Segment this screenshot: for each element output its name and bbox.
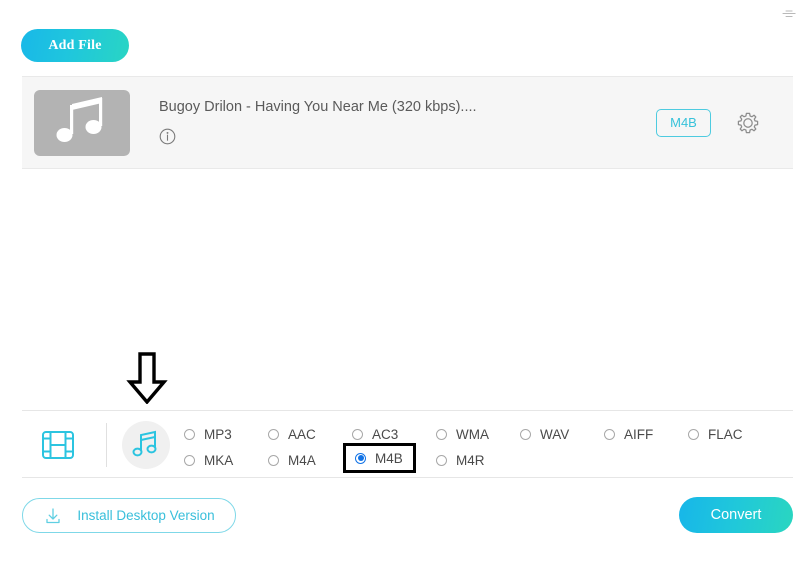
- radio-dot: [355, 452, 366, 464]
- media-type-audio-button[interactable]: [122, 421, 170, 469]
- window-corner-mark: ⌯: [782, 3, 796, 22]
- radio-dot: [268, 454, 279, 466]
- format-option-m4a[interactable]: M4A: [268, 447, 316, 473]
- format-option-flac[interactable]: FLAC: [688, 421, 743, 447]
- format-radio-grid: MP3 AAC AC3 WMA WAV AIFF FLAC MKA M4A M4…: [184, 421, 784, 473]
- gear-icon: [737, 112, 759, 134]
- format-option-aiff[interactable]: AIFF: [604, 421, 653, 447]
- format-radio-row-2: MKA M4A M4B M4R: [184, 443, 784, 473]
- format-label: MP3: [204, 426, 232, 442]
- radio-dot: [520, 428, 531, 440]
- music-note-icon: [132, 430, 157, 457]
- format-selection-bar: MP3 AAC AC3 WMA WAV AIFF FLAC MKA M4A M4…: [22, 410, 793, 478]
- radio-dot: [184, 454, 195, 466]
- file-list-row: Bugoy Drilon - Having You Near Me (320 k…: [22, 76, 793, 169]
- install-button-label: Install Desktop Version: [77, 508, 215, 523]
- radio-dot: [184, 428, 195, 440]
- output-format-badge[interactable]: M4B: [656, 109, 711, 137]
- format-radio-row-1: MP3 AAC AC3 WMA WAV AIFF FLAC: [184, 421, 784, 447]
- format-label: WAV: [540, 426, 570, 442]
- format-option-aac[interactable]: AAC: [268, 421, 316, 447]
- format-label: AC3: [372, 426, 399, 442]
- radio-dot: [688, 428, 699, 440]
- media-type-divider: [106, 423, 107, 467]
- radio-dot: [604, 428, 615, 440]
- radio-dot: [436, 454, 447, 466]
- add-file-button[interactable]: Add File: [21, 29, 129, 62]
- media-type-video-button[interactable]: [40, 428, 76, 462]
- format-label: WMA: [456, 426, 489, 442]
- file-title: Bugoy Drilon - Having You Near Me (320 k…: [159, 99, 477, 115]
- info-icon[interactable]: [159, 128, 176, 145]
- annotation-down-arrow: [126, 352, 168, 405]
- format-label: M4B: [375, 450, 403, 466]
- format-option-wav[interactable]: WAV: [520, 421, 569, 447]
- install-desktop-version-button[interactable]: Install Desktop Version: [22, 498, 236, 533]
- radio-dot: [436, 428, 447, 440]
- format-option-m4r[interactable]: M4R: [436, 447, 485, 473]
- format-option-mka[interactable]: MKA: [184, 447, 233, 473]
- file-thumbnail: [34, 90, 130, 156]
- format-label: FLAC: [708, 426, 743, 442]
- settings-gear-button[interactable]: [735, 110, 761, 136]
- music-note-icon: [56, 97, 103, 142]
- format-option-mp3[interactable]: MP3: [184, 421, 232, 447]
- format-label: AIFF: [624, 426, 654, 442]
- format-label: M4R: [456, 452, 485, 468]
- format-label: MKA: [204, 452, 234, 468]
- radio-dot: [352, 428, 363, 440]
- radio-dot: [268, 428, 279, 440]
- down-arrow-icon: [126, 352, 168, 405]
- format-label: AAC: [288, 426, 316, 442]
- convert-button[interactable]: Convert: [679, 497, 793, 533]
- format-option-wma[interactable]: WMA: [436, 421, 489, 447]
- format-label: M4A: [288, 452, 316, 468]
- film-icon: [42, 431, 74, 459]
- download-icon: [46, 507, 60, 523]
- format-option-m4b[interactable]: M4B: [343, 443, 416, 473]
